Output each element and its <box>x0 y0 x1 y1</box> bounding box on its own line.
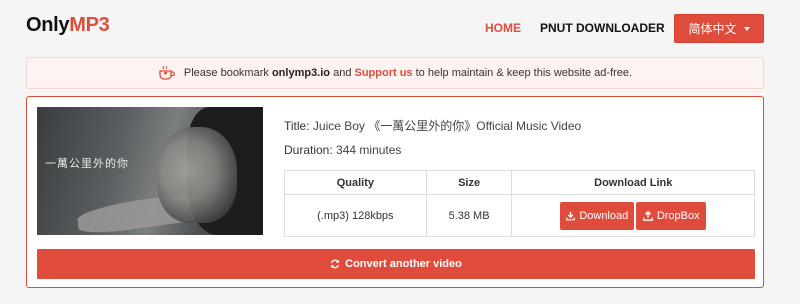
conversion-result-panel: 一萬公里外的你 Title: Juice Boy 《一萬公里外的你》Offici… <box>26 96 764 288</box>
dropbox-button[interactable]: DropBox <box>636 201 707 230</box>
notice-text-prefix: Please bookmark <box>183 67 269 79</box>
dropbox-label: DropBox <box>656 209 700 222</box>
video-duration: Duration: 344 minutes <box>284 143 401 157</box>
coffee-heart-icon <box>159 65 175 80</box>
support-us-link[interactable]: Support us <box>355 67 413 79</box>
download-icon <box>566 211 576 220</box>
language-label: 简体中文 <box>688 22 737 36</box>
logo-part-only: Only <box>26 14 70 36</box>
navbar: OnlyMP3 HOME PNUT DOWNLOADER 简体中文 <box>0 0 800 56</box>
download-table: Quality Size Download Link (.mp3) 128kbp… <box>284 170 755 237</box>
logo-part-mp3: MP3 <box>69 14 110 36</box>
nav-home-link[interactable]: HOME <box>485 21 521 35</box>
download-label: Download <box>579 209 629 222</box>
bookmark-notice: Please bookmark onlymp3.io and Support u… <box>26 57 764 89</box>
header-quality: Quality <box>284 170 427 195</box>
header-download-link: Download Link <box>511 170 755 195</box>
upload-icon <box>642 210 653 221</box>
table-row: (.mp3) 128kbps 5.38 MB Download DropBox <box>284 194 755 237</box>
convert-another-button[interactable]: Convert another video <box>37 249 755 279</box>
header-size: Size <box>425 170 513 195</box>
nav-pnut-downloader-link[interactable]: PNUT DOWNLOADER <box>540 21 665 35</box>
row-quality: (.mp3) 128kbps <box>284 194 427 237</box>
notice-site-name: onlymp3.io <box>271 67 331 79</box>
row-links: Download DropBox <box>511 194 755 237</box>
language-dropdown-button[interactable]: 简体中文 <box>674 14 764 43</box>
duration-label: Duration: <box>284 143 333 157</box>
row-size: 5.38 MB <box>425 194 513 237</box>
convert-label: Convert another video <box>345 258 462 270</box>
duration-value: 344 minutes <box>336 143 402 157</box>
notice-text-suffix: to help maintain & keep this website ad-… <box>415 67 633 79</box>
video-thumbnail: 一萬公里外的你 <box>37 107 263 235</box>
title-value: Juice Boy 《一萬公里外的你》Official Music Video <box>312 119 582 133</box>
download-button[interactable]: Download <box>560 201 635 230</box>
thumbnail-caption: 一萬公里外的你 <box>45 157 129 170</box>
table-header-row: Quality Size Download Link <box>284 170 755 195</box>
title-label: Title: <box>284 119 310 133</box>
video-title: Title: Juice Boy 《一萬公里外的你》Official Music… <box>284 117 581 134</box>
refresh-icon <box>331 259 340 269</box>
logo[interactable]: OnlyMP3 <box>26 14 110 37</box>
notice-text-and: and <box>333 67 352 79</box>
caret-down-icon <box>743 26 750 31</box>
